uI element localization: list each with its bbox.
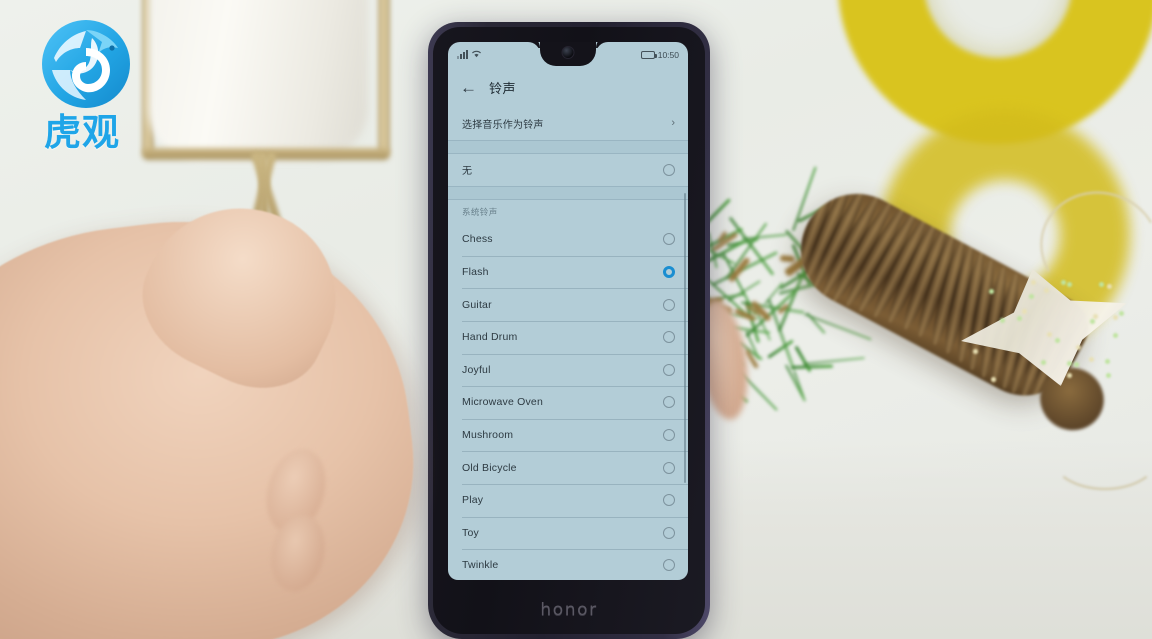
ringtone-radio[interactable]: [663, 331, 675, 343]
tiger-circle-logo-icon: [40, 18, 132, 110]
ringtone-radio[interactable]: [663, 233, 675, 245]
ringtone-label: Chess: [462, 233, 493, 245]
signal-bars-icon: [457, 51, 468, 59]
wifi-icon: [471, 49, 482, 60]
ringtone-radio[interactable]: [663, 396, 675, 408]
honor-brand-logo: honor: [540, 600, 597, 620]
pick-music-label: 选择音乐作为铃声: [462, 116, 544, 131]
scrollbar[interactable]: [684, 193, 686, 483]
watermark-brand-text: 虎观: [18, 102, 146, 156]
chevron-right-icon: ›: [671, 118, 675, 129]
ringtone-radio[interactable]: [663, 462, 675, 474]
ringtone-label: Hand Drum: [462, 331, 517, 343]
ringtone-row[interactable]: Guitar: [448, 288, 688, 321]
channel-watermark: 虎观: [18, 18, 146, 150]
battery-icon: [641, 51, 655, 59]
ringtone-radio[interactable]: [663, 527, 675, 539]
ringtone-row[interactable]: Microwave Oven: [448, 386, 688, 419]
phone-screen: 10:50 ← 铃声 选择音乐作为铃声 › 无 系统铃声 Chess Flash…: [448, 42, 688, 580]
ringtone-row[interactable]: Mushroom: [448, 419, 688, 452]
radio-none[interactable]: [663, 164, 675, 176]
phone-chin: honor: [433, 585, 705, 634]
ringtone-row[interactable]: Hand Drum: [448, 321, 688, 354]
row-none[interactable]: 无: [448, 154, 688, 187]
ringtone-label: Flash: [462, 266, 489, 278]
waterdrop-notch: [540, 42, 596, 66]
list-divider-gap-2: [448, 186, 688, 200]
ringtone-row[interactable]: Flash: [448, 256, 688, 289]
ringtone-label: Twinkle: [462, 559, 498, 571]
ringtone-radio[interactable]: [663, 559, 675, 571]
ornament-string-bottom: [1050, 420, 1152, 490]
back-arrow-icon[interactable]: ←: [460, 79, 477, 96]
ringtone-radio[interactable]: [663, 429, 675, 441]
list-divider-gap: [448, 140, 688, 154]
ringtone-row[interactable]: Joyful: [448, 354, 688, 387]
none-label: 无: [462, 162, 472, 177]
ringtone-label: Mushroom: [462, 429, 513, 441]
ringtone-row[interactable]: Twinkle: [448, 549, 688, 580]
ringtone-label: Toy: [462, 527, 479, 539]
front-camera-icon: [562, 46, 575, 59]
ringtone-row[interactable]: Chess: [448, 223, 688, 256]
page-title: 铃声: [489, 78, 516, 97]
phone-device: 10:50 ← 铃声 选择音乐作为铃声 › 无 系统铃声 Chess Flash…: [428, 22, 710, 639]
ringtone-label: Old Bicycle: [462, 462, 517, 474]
ringtone-list[interactable]: 选择音乐作为铃声 › 无 系统铃声 Chess Flash Guitar Hand D…: [448, 107, 688, 580]
ringtone-row[interactable]: Toy: [448, 517, 688, 550]
app-bar: ← 铃声: [448, 67, 688, 107]
section-header-system-ringtones: 系统铃声: [448, 200, 688, 223]
row-pick-music[interactable]: 选择音乐作为铃声 ›: [448, 107, 688, 140]
ringtone-radio[interactable]: [663, 299, 675, 311]
system-ringtone-rows[interactable]: Chess Flash Guitar Hand Drum Joyful Microwave…: [448, 223, 688, 580]
scene: 10:50 ← 铃声 选择音乐作为铃声 › 无 系统铃声 Chess Flash…: [0, 0, 1152, 639]
ringtone-row[interactable]: Old Bicycle: [448, 451, 688, 484]
ringtone-radio[interactable]: [663, 266, 675, 278]
ringtone-radio[interactable]: [663, 364, 675, 376]
status-time: 10:50: [658, 50, 679, 60]
ringtone-label: Joyful: [462, 364, 491, 376]
ringtone-label: Play: [462, 494, 483, 506]
ringtone-row[interactable]: Play: [448, 484, 688, 517]
ringtone-label: Microwave Oven: [462, 396, 543, 408]
ringtone-radio[interactable]: [663, 494, 675, 506]
ringtone-label: Guitar: [462, 299, 492, 311]
